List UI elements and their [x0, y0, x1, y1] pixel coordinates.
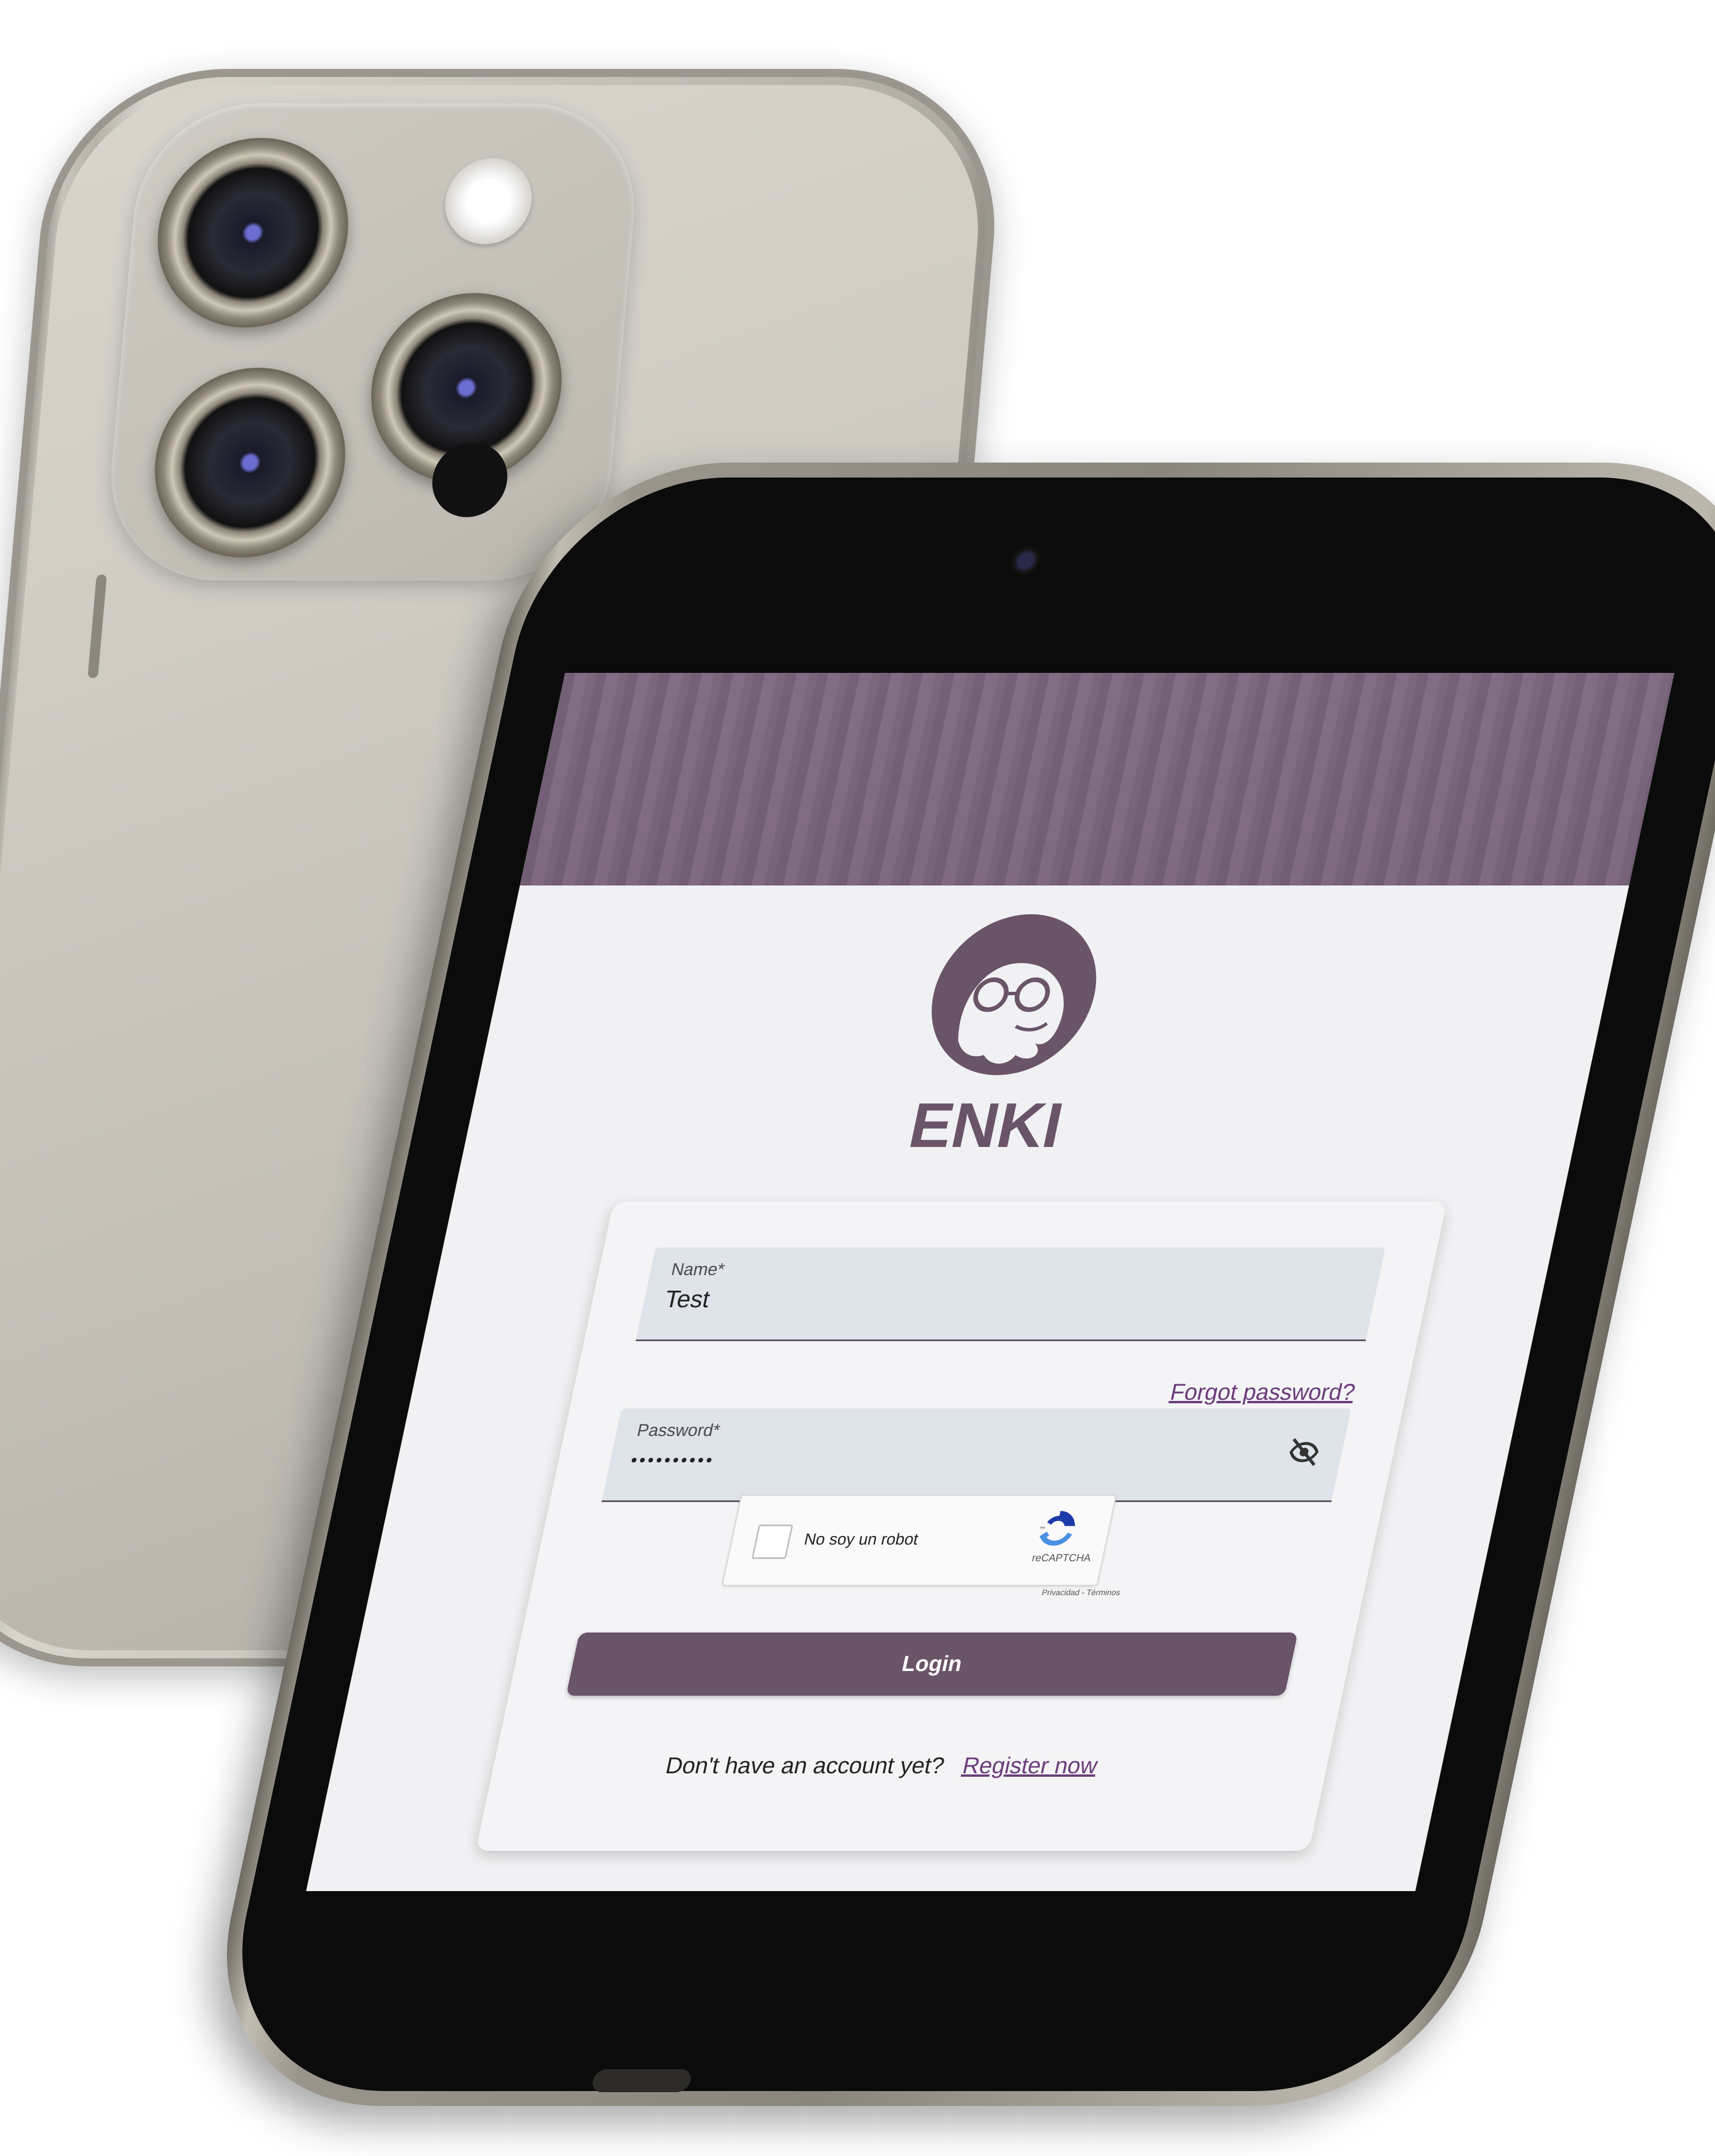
name-field[interactable]: Name* Test	[636, 1248, 1386, 1341]
recaptcha-logo-icon	[1032, 1508, 1081, 1549]
login-button[interactable]: Login	[566, 1633, 1298, 1696]
recaptcha-widget: No soy un robot reCAPTCHA	[721, 1495, 1117, 1586]
logo-wordmark: ENKI	[903, 1089, 1069, 1156]
name-label: Name*	[669, 1260, 726, 1279]
register-link[interactable]: Register now	[960, 1753, 1100, 1778]
front-camera-icon	[1008, 546, 1043, 575]
recaptcha-checkbox[interactable]	[751, 1524, 794, 1559]
camera-lens-icon	[149, 138, 356, 328]
charging-port	[590, 2069, 693, 2092]
eye-off-icon[interactable]	[1283, 1435, 1325, 1469]
register-row: Don't have an account yet? Register now	[663, 1753, 1100, 1779]
hero-banner-image	[520, 673, 1675, 886]
camera-lens-icon	[147, 368, 353, 557]
password-input[interactable]: ••••••••••	[629, 1451, 716, 1470]
login-card: Name* Test Forgot password? Password* ••…	[475, 1202, 1447, 1851]
forgot-password-link[interactable]: Forgot password?	[1168, 1380, 1358, 1406]
password-label: Password*	[635, 1421, 722, 1440]
flash-icon	[441, 158, 536, 244]
recaptcha-brand: reCAPTCHA	[1030, 1552, 1092, 1564]
name-input[interactable]: Test	[662, 1285, 713, 1313]
app-logo: ENKI	[865, 908, 1147, 1161]
recaptcha-label: No soy un robot	[802, 1530, 920, 1548]
recaptcha-terms-link[interactable]: Privacidad - Términos	[1041, 1588, 1121, 1597]
password-field[interactable]: Password* ••••••••••	[601, 1408, 1352, 1502]
login-screen: ENKI Name* Test Forgot password? Passwor…	[306, 673, 1675, 1891]
register-prompt: Don't have an account yet?	[663, 1753, 947, 1778]
